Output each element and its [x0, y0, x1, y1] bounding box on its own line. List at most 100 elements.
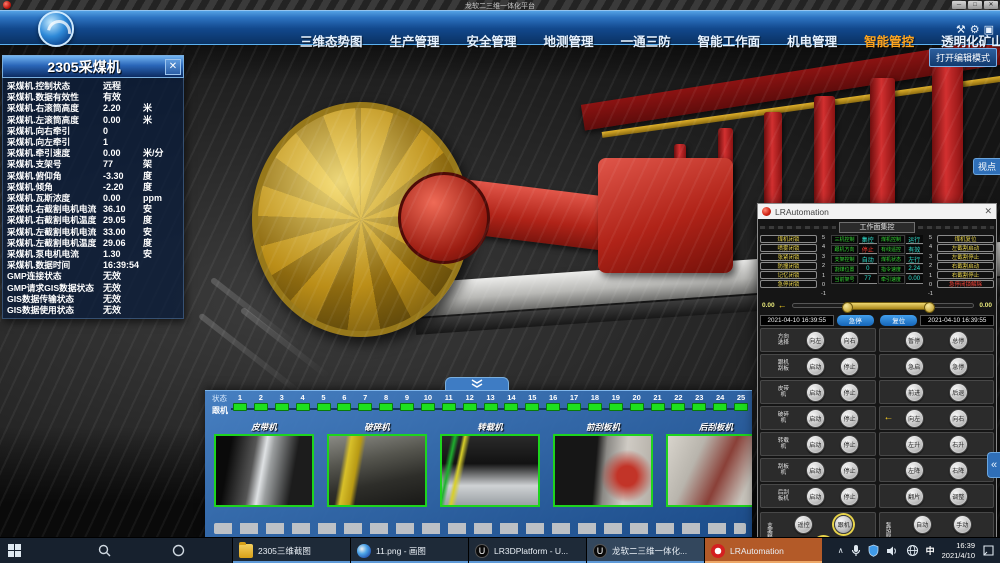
- nav-item[interactable]: 地测管理: [544, 31, 594, 50]
- nav-item[interactable]: 安全管理: [467, 31, 517, 50]
- control-button[interactable]: 停止: [840, 487, 859, 506]
- control-button[interactable]: 右降: [949, 461, 968, 480]
- control-button[interactable]: 向左: [905, 409, 924, 428]
- fullscreen-icon[interactable]: ▣: [984, 23, 994, 36]
- channel-indicator[interactable]: 21: [649, 393, 667, 411]
- nav-item[interactable]: 三维态势图: [300, 31, 363, 50]
- channel-indicator[interactable]: 23: [690, 393, 708, 411]
- channel-indicator[interactable]: 13: [482, 393, 500, 411]
- control-button[interactable]: 向右: [949, 409, 968, 428]
- taskbar-app[interactable]: LR3DPlatform - U...: [468, 538, 586, 563]
- channel-indicator[interactable]: 1: [231, 393, 249, 411]
- taskbar-app[interactable]: 2305三维截图: [232, 538, 350, 563]
- cutter-button[interactable]: 右截割停止: [937, 271, 994, 279]
- control-button[interactable]: 停止: [840, 435, 859, 454]
- control-button[interactable]: 停止: [840, 461, 859, 480]
- channel-indicator[interactable]: 7: [356, 393, 374, 411]
- estop-button[interactable]: 急停: [837, 315, 874, 326]
- channel-indicator[interactable]: 2: [252, 393, 270, 411]
- channel-indicator[interactable]: 16: [544, 393, 562, 411]
- control-button[interactable]: 自动: [913, 515, 932, 534]
- camera-feed[interactable]: 转载机: [440, 421, 540, 507]
- camera-feed[interactable]: 皮带机: [214, 421, 314, 507]
- cutter-button[interactable]: 右截割启动: [937, 262, 994, 270]
- control-button[interactable]: 后退: [949, 383, 968, 402]
- taskbar-app[interactable]: 11.png - 画图: [350, 538, 468, 563]
- edit-mode-button[interactable]: 打开编辑模式: [929, 48, 997, 67]
- nav-item[interactable]: 一通三防: [621, 31, 671, 50]
- interlock-button[interactable]: 张紧闭锁: [760, 253, 817, 261]
- interlock-button[interactable]: 喷雾闭锁: [760, 244, 817, 252]
- workface-control-tab[interactable]: 工作面集控: [839, 222, 915, 233]
- security-shield-icon[interactable]: [868, 544, 879, 557]
- camera-image[interactable]: [327, 434, 427, 507]
- interlock-button[interactable]: 煤机闭锁: [760, 235, 817, 243]
- control-button[interactable]: 右升: [949, 435, 968, 454]
- control-button[interactable]: 急启: [905, 357, 924, 376]
- taskbar-app[interactable]: 龙软二三维一体化...: [586, 538, 704, 563]
- control-button[interactable]: 停止: [840, 409, 859, 428]
- gear-icon[interactable]: ⚙: [970, 23, 980, 36]
- search-button[interactable]: [90, 538, 118, 563]
- control-button[interactable]: 向右: [840, 331, 859, 350]
- control-button[interactable]: 总停: [949, 331, 968, 350]
- control-button[interactable]: 停止: [840, 383, 859, 402]
- clock[interactable]: 16:39 2021/4/10: [942, 541, 975, 561]
- camera-feed[interactable]: 前刮板机: [553, 421, 653, 507]
- control-button[interactable]: 暂停: [905, 331, 924, 350]
- channel-indicator[interactable]: 9: [398, 393, 416, 411]
- nav-item[interactable]: 机电管理: [787, 31, 837, 50]
- minimize-button[interactable]: ─: [952, 1, 966, 9]
- chevron-up-icon[interactable]: ∧: [838, 546, 844, 555]
- control-button[interactable]: 启动: [806, 357, 825, 376]
- tools-icon[interactable]: ⚒: [956, 23, 966, 36]
- camera-image[interactable]: [214, 434, 314, 507]
- notification-center-icon[interactable]: [982, 544, 995, 557]
- control-button[interactable]: 翻片: [905, 487, 924, 506]
- panel-expander-tab[interactable]: «: [987, 452, 1000, 478]
- channel-indicator[interactable]: 25: [732, 393, 750, 411]
- control-button[interactable]: 急停: [949, 357, 968, 376]
- channel-indicator[interactable]: 3: [273, 393, 291, 411]
- close-icon[interactable]: ✕: [984, 206, 992, 217]
- cutter-button[interactable]: 煤机复位: [937, 235, 994, 243]
- close-icon[interactable]: ✕: [165, 59, 181, 75]
- maximize-button[interactable]: □: [968, 1, 982, 9]
- control-button[interactable]: 遥控: [794, 515, 813, 534]
- cutter-button[interactable]: 左截割停止: [937, 253, 994, 261]
- control-button[interactable]: 手动: [953, 515, 972, 534]
- control-button[interactable]: 前进: [905, 383, 924, 402]
- taskbar-app[interactable]: LRAutomation: [704, 538, 822, 563]
- control-button[interactable]: 跟机: [834, 515, 853, 534]
- channel-indicator[interactable]: 22: [669, 393, 687, 411]
- channel-indicator[interactable]: 6: [335, 393, 353, 411]
- control-button[interactable]: 向左: [806, 331, 825, 350]
- reset-button[interactable]: 复位: [880, 315, 917, 326]
- camera-image[interactable]: [440, 434, 540, 507]
- camera-image[interactable]: [553, 434, 653, 507]
- control-button[interactable]: 启动: [806, 409, 825, 428]
- control-button[interactable]: 左降: [905, 461, 924, 480]
- channel-indicator[interactable]: 24: [711, 393, 729, 411]
- speaker-icon[interactable]: [886, 545, 899, 557]
- viewpoint-tab[interactable]: 视点: [973, 158, 1000, 175]
- control-button[interactable]: 启动: [806, 383, 825, 402]
- nav-item[interactable]: 智能工作面: [698, 31, 761, 50]
- channel-indicator[interactable]: 12: [461, 393, 479, 411]
- control-button[interactable]: 停止: [840, 357, 859, 376]
- nav-item[interactable]: 生产管理: [390, 31, 440, 50]
- close-button[interactable]: ✕: [984, 1, 998, 9]
- channel-indicator[interactable]: 5: [315, 393, 333, 411]
- collapse-panel-button[interactable]: [445, 377, 509, 390]
- channel-indicator[interactable]: 4: [294, 393, 312, 411]
- channel-indicator[interactable]: 11: [440, 393, 458, 411]
- channel-indicator[interactable]: 18: [586, 393, 604, 411]
- control-button[interactable]: 启动: [806, 487, 825, 506]
- control-button[interactable]: 调整: [949, 487, 968, 506]
- channel-indicator[interactable]: 8: [377, 393, 395, 411]
- camera-image[interactable]: [666, 434, 752, 507]
- interlock-button[interactable]: 记忆闭锁: [760, 271, 817, 279]
- network-globe-icon[interactable]: [906, 544, 919, 557]
- channel-indicator[interactable]: 17: [565, 393, 583, 411]
- channel-indicator[interactable]: 20: [628, 393, 646, 411]
